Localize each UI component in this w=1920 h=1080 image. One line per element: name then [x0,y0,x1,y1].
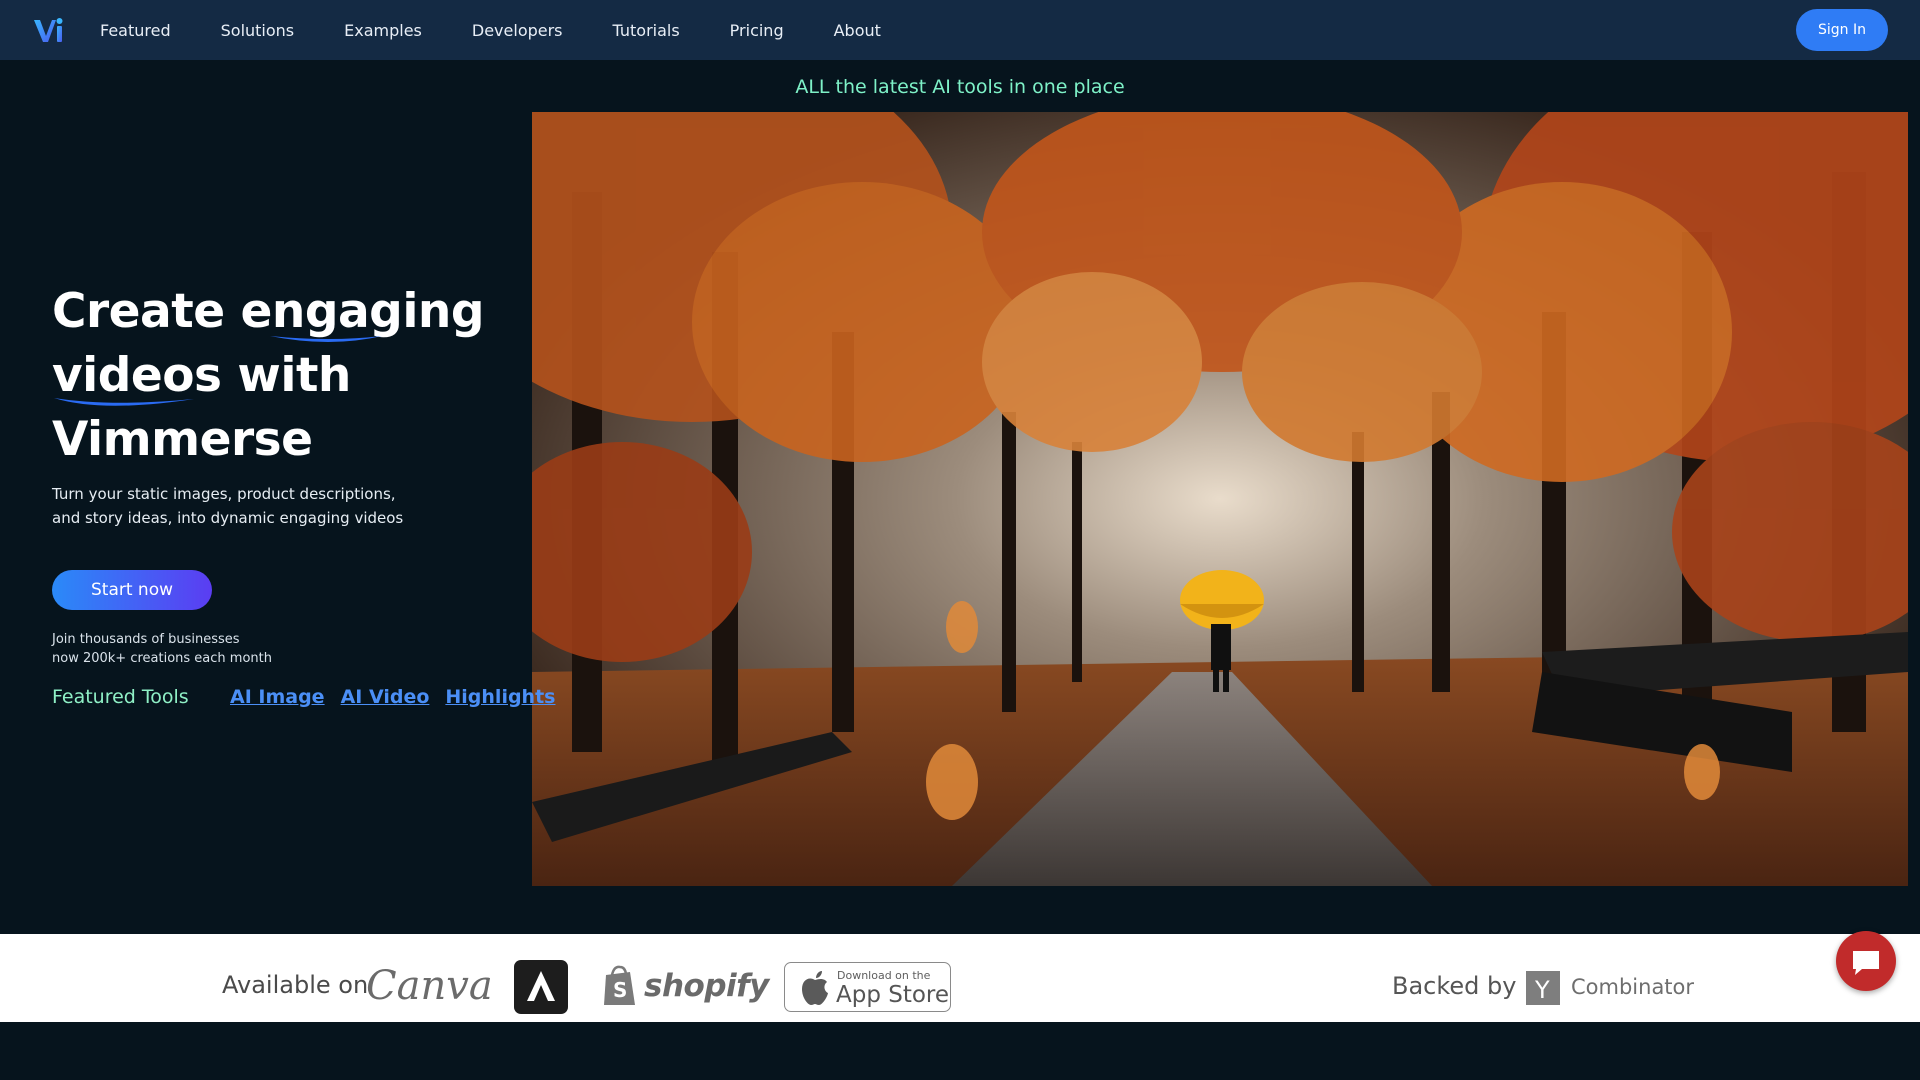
nav-link-pricing[interactable]: Pricing [730,21,784,40]
headline-highlight-videos: videos [52,344,222,408]
headline-highlight-engaging: engaging [240,280,485,344]
shopify-bag-icon: S [604,965,635,1005]
featured-tools-label: Featured Tools [52,686,189,708]
ycombinator-logo[interactable]: Y [1526,971,1560,1005]
chat-bubble-icon [1853,951,1879,975]
hero-subtext: Turn your static images, product descrip… [52,485,404,527]
hero-tagline: ALL the latest AI tools in one place [795,76,1125,98]
app-store-badge[interactable]: Download on the App Store [784,962,951,1012]
nav-link-examples[interactable]: Examples [344,21,422,40]
chat-widget-button[interactable] [1836,931,1896,991]
headline-text-vimmerse: Vimmerse [52,412,313,467]
available-on-label: Available on [222,971,369,999]
svg-text:S: S [613,978,627,1002]
tool-link-ai-image[interactable]: AI Image [230,686,325,708]
hero-video[interactable] [532,112,1908,886]
tool-link-highlights[interactable]: Highlights [445,686,555,708]
start-now-button[interactable]: Start now [52,570,212,610]
underline-swoosh-icon [270,336,383,342]
nav-link-tutorials[interactable]: Tutorials [613,21,680,40]
social-proof-text: Join thousands of businesses now 200k+ c… [52,632,272,666]
headline-text-with: with [221,348,351,403]
top-navigation: Featured Solutions Examples Developers T… [0,0,1920,60]
nav-link-about[interactable]: About [834,21,881,40]
headline-text-create: Create [52,284,241,339]
backed-by-label: Backed by [1392,972,1517,1000]
apple-icon [802,971,828,1005]
featured-tool-links: AI Image AI Video Highlights [230,686,571,708]
nav-links: Featured Solutions Examples Developers T… [100,0,931,60]
ycombinator-name: Combinator [1571,975,1695,999]
autumn-park-scene [532,112,1908,886]
nav-link-developers[interactable]: Developers [472,21,563,40]
underline-swoosh-icon [54,398,194,406]
hero-headline: Create engaging videos with Vimmerse [52,280,492,472]
tool-link-ai-video[interactable]: AI Video [341,686,430,708]
nav-link-solutions[interactable]: Solutions [221,21,295,40]
canva-logo[interactable]: Canva [366,963,493,1009]
sign-in-button[interactable]: Sign In [1796,9,1888,51]
vi-logo-icon[interactable] [32,14,66,46]
shopify-logo[interactable]: S shopify [602,963,769,1009]
svg-text:Y: Y [1534,976,1550,1004]
nav-link-featured[interactable]: Featured [100,21,171,40]
adobe-express-icon[interactable] [514,960,568,1014]
